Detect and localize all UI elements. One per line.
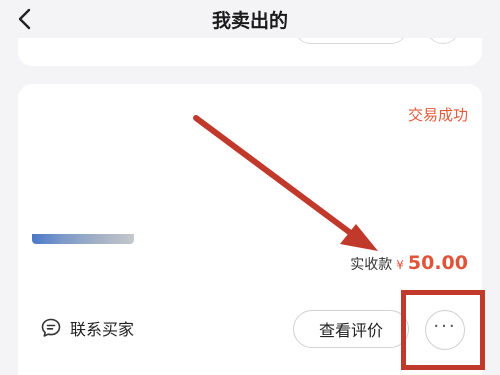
- contact-buyer-button[interactable]: 联系买家: [40, 316, 134, 340]
- view-review-button[interactable]: 查看评价: [293, 310, 409, 348]
- page: 我卖出的 交易成功 实收款 ¥ 50.00 联系买家 查看评价 ···: [0, 0, 500, 375]
- chat-bubble-icon: [41, 318, 61, 337]
- received-amount: 50.00: [407, 252, 468, 274]
- currency-symbol: ¥: [396, 258, 404, 272]
- order-status: 交易成功: [407, 106, 468, 124]
- nav-header: 我卖出的: [0, 0, 500, 38]
- received-label: 实收款: [350, 257, 393, 273]
- annotation-highlight-box: [401, 290, 485, 370]
- page-title: 我卖出的: [211, 10, 288, 32]
- received-amount-row: 实收款 ¥ 50.00: [350, 252, 468, 274]
- contact-buyer-label: 联系买家: [70, 320, 135, 339]
- product-thumbnail[interactable]: [32, 234, 134, 244]
